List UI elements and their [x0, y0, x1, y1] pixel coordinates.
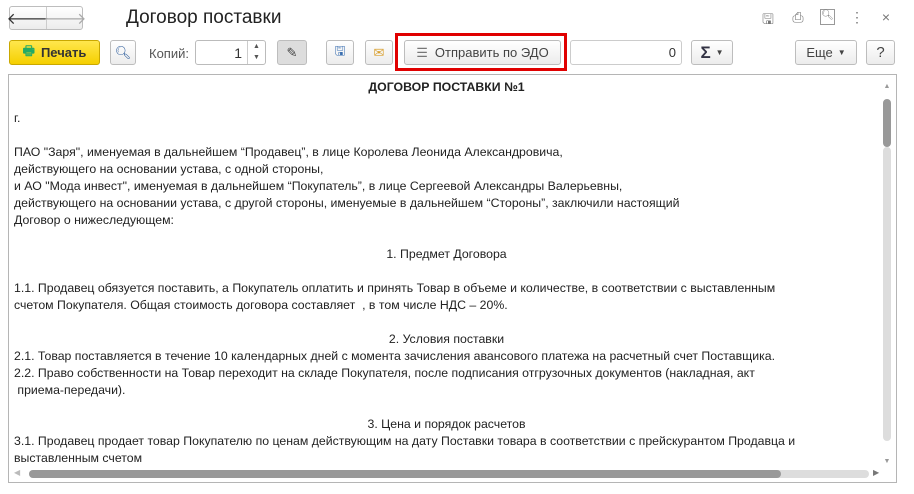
edit-table-button[interactable]: ✎ — [277, 40, 307, 65]
scroll-up-icon[interactable]: ▲ — [880, 83, 894, 90]
preview-button[interactable]: 🔍︎ — [110, 40, 136, 65]
save-icon[interactable]: 🖫 — [759, 9, 777, 27]
printer-icon: 🖶 — [22, 42, 35, 58]
document-line: 3. Цена и порядок расчетов — [367, 417, 526, 431]
print-icon[interactable]: ⎙ — [789, 9, 807, 27]
nav-buttons: 🡐 🡒 — [7, 6, 87, 30]
send-edo-icon: ☰ — [416, 44, 428, 60]
vertical-scrollbar[interactable]: ▲ ▼ — [880, 75, 894, 465]
document-line: 1.1. Продавец обязуется поставить, а Пок… — [14, 281, 776, 295]
document-heading: ДОГОВОР ПОСТАВКИ №1 — [368, 80, 525, 94]
sum-button[interactable]: Σ ▼ — [691, 40, 733, 65]
document-line: 2.2. Право собственности на Товар перехо… — [14, 366, 755, 380]
sum-field: 0 — [570, 40, 682, 65]
document-line: счетом Покупателя. Общая стоимость догов… — [14, 298, 508, 312]
document-line: ПАО "Заря", именуемая в дальнейшем “Прод… — [14, 145, 563, 159]
document-line: 2.1. Товар поставляется в течение 10 кал… — [14, 349, 776, 363]
forward-button[interactable]: 🡒 — [44, 7, 87, 29]
document-line: 3.1. Продавец продает товар Покупателю п… — [14, 434, 796, 448]
page-title: Договор поставки — [126, 7, 282, 28]
scroll-left-icon[interactable]: ◀ — [14, 468, 20, 477]
chevron-down-icon: ▼ — [715, 48, 724, 57]
scroll-down-icon[interactable]: ▼ — [880, 458, 894, 465]
copies-label: Копий: — [149, 46, 189, 61]
document-content: ДОГОВОР ПОСТАВКИ №1 г. ПАО "Заря", именуем… — [14, 79, 879, 467]
more-vertical-icon[interactable]: ⋮ — [848, 9, 866, 27]
back-button[interactable]: 🡐 — [7, 7, 49, 29]
horizontal-scrollbar[interactable]: ◀ ▶ — [9, 468, 881, 480]
scroll-thumb[interactable] — [29, 470, 781, 478]
arrow-right-icon: 🡒 — [43, 10, 87, 28]
document-line: приема-передачи). — [14, 383, 126, 397]
document-line: 2. Условия поставки — [388, 332, 505, 346]
scroll-thumb[interactable] — [883, 99, 891, 147]
envelope-icon: ✉ — [373, 44, 385, 60]
more-button[interactable]: Еще ▼ — [795, 40, 857, 65]
email-button[interactable]: ✉ — [365, 40, 393, 65]
document-line: действующего на основании устава, с друг… — [14, 196, 680, 210]
close-icon[interactable]: × — [877, 9, 895, 27]
increment-button[interactable]: ▲ — [248, 41, 265, 52]
save-button[interactable]: 🖫 — [326, 40, 354, 65]
document-line: г. — [14, 111, 21, 125]
document-line: выставленным счетом — [14, 451, 143, 465]
preview-icon: 🔍︎ — [114, 44, 132, 60]
document-area[interactable]: ДОГОВОР ПОСТАВКИ №1 г. ПАО "Заря", именуем… — [8, 74, 897, 483]
save-icon: 🖫 — [334, 42, 346, 58]
chevron-down-icon: ▼ — [837, 48, 846, 57]
scroll-track — [883, 147, 891, 441]
decrement-button[interactable]: ▼ — [248, 52, 265, 63]
document-line: и АО "Мода инвест", именуемая в дальнейш… — [14, 179, 623, 193]
scroll-right-icon[interactable]: ▶ — [873, 468, 879, 477]
table-edit-icon: ✎ — [286, 44, 298, 60]
copies-input[interactable]: 1 — [196, 41, 247, 64]
send-edo-button[interactable]: ☰ Отправить по ЭДО — [404, 40, 561, 65]
document-line: 1. Предмет Договора — [386, 247, 507, 261]
print-button[interactable]: 🖶 Печать — [9, 40, 100, 65]
document-line: Договор о нижеследующем: — [14, 213, 174, 227]
copies-stepper[interactable]: 1 ▲ ▼ — [195, 40, 266, 65]
document-line: действующего на основании устава, с одно… — [14, 162, 324, 176]
help-button[interactable]: ? — [866, 40, 895, 65]
preview-icon[interactable]: 🔍︎ — [820, 9, 835, 25]
